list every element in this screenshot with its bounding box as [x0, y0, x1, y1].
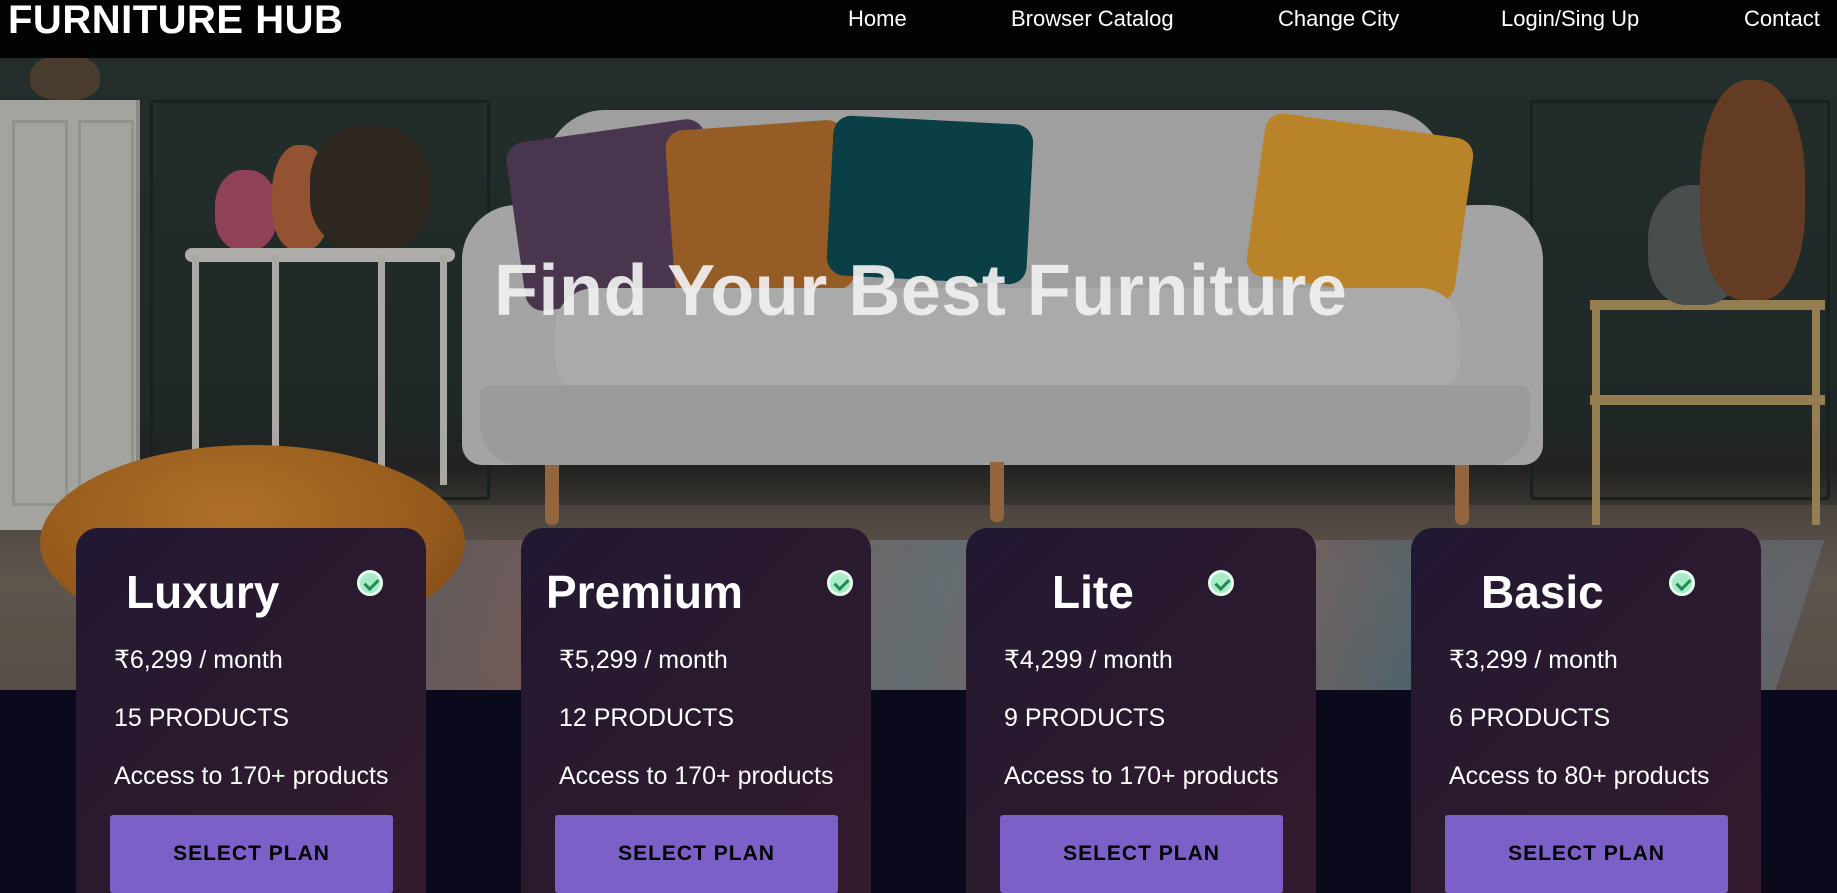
select-plan-button[interactable]: SELECT PLAN: [555, 815, 838, 893]
plan-price: ₹6,299 / month: [114, 646, 283, 674]
select-plan-button[interactable]: SELECT PLAN: [110, 815, 393, 893]
nav-link-contact[interactable]: Contact: [1744, 7, 1820, 31]
plan-product-count: 9 PRODUCTS: [1004, 704, 1166, 732]
plan-price: ₹3,299 / month: [1449, 646, 1618, 674]
nav-link-browser-catalog[interactable]: Browser Catalog: [1011, 7, 1174, 31]
plan-product-count: 15 PRODUCTS: [114, 704, 290, 732]
plan-card-lite: Lite ₹4,299 / month 9 PRODUCTS Access to…: [966, 528, 1316, 893]
plan-access-text: Access to 170+ products: [1004, 762, 1279, 790]
plan-card-premium: Premium ₹5,299 / month 12 PRODUCTS Acces…: [521, 528, 871, 893]
plan-access-text: Access to 80+ products: [1449, 762, 1710, 790]
brand-logo[interactable]: FURNITURE HUB: [8, 0, 343, 40]
plan-name: Lite: [1052, 566, 1134, 618]
check-circle-icon: [357, 570, 383, 596]
plan-product-count: 6 PRODUCTS: [1449, 704, 1611, 732]
plan-name: Basic: [1481, 566, 1604, 618]
plan-product-count: 12 PRODUCTS: [559, 704, 735, 732]
plan-card-basic: Basic ₹3,299 / month 6 PRODUCTS Access t…: [1411, 528, 1761, 893]
nav-link-login-signup[interactable]: Login/Sing Up: [1501, 7, 1639, 31]
check-circle-icon: [827, 570, 853, 596]
check-circle-icon: [1669, 570, 1695, 596]
plan-price: ₹4,299 / month: [1004, 646, 1173, 674]
nav-link-home[interactable]: Home: [848, 7, 907, 31]
nav-link-change-city[interactable]: Change City: [1278, 7, 1399, 31]
select-plan-button[interactable]: SELECT PLAN: [1000, 815, 1283, 893]
page: FURNITURE HUB Home Browser Catalog Chang…: [0, 0, 1837, 893]
plan-card-luxury: Luxury ₹6,299 / month 15 PRODUCTS Access…: [76, 528, 426, 893]
plan-name: Premium: [546, 566, 743, 618]
hero-title: Find Your Best Furniture: [494, 251, 1348, 331]
check-circle-icon: [1208, 570, 1234, 596]
plan-access-text: Access to 170+ products: [114, 762, 389, 790]
plan-price: ₹5,299 / month: [559, 646, 728, 674]
plan-name: Luxury: [126, 566, 280, 618]
select-plan-button[interactable]: SELECT PLAN: [1445, 815, 1728, 893]
plan-access-text: Access to 170+ products: [559, 762, 834, 790]
navbar: FURNITURE HUB Home Browser Catalog Chang…: [0, 0, 1837, 58]
